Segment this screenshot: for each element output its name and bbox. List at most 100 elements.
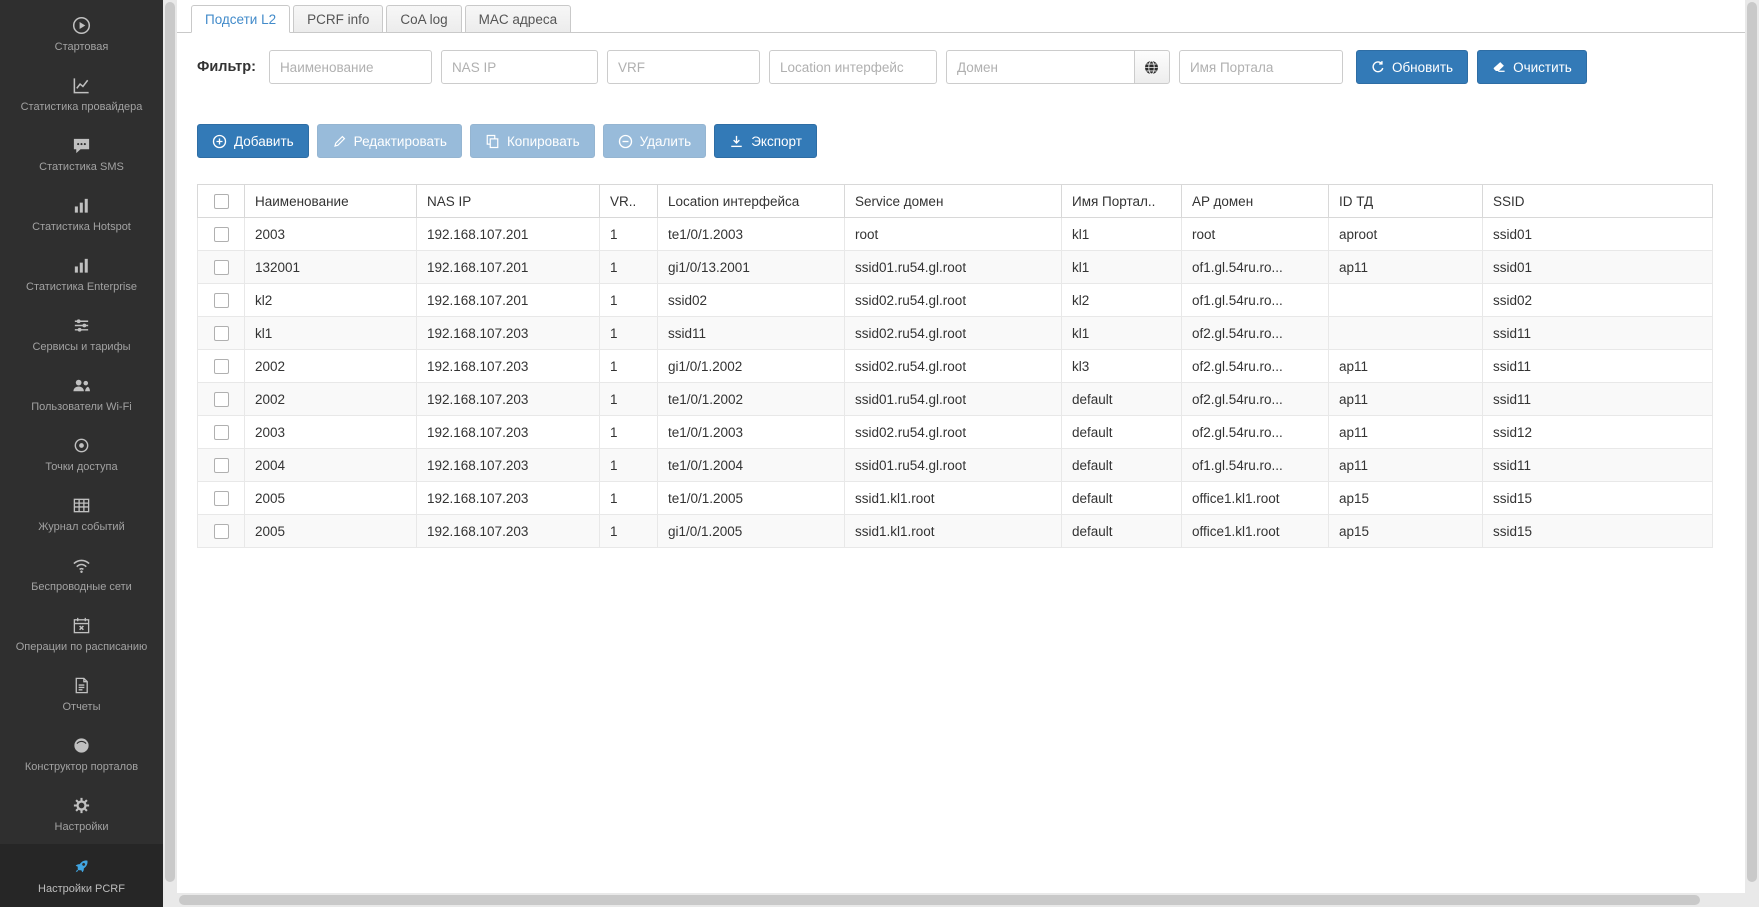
tab-coa-log[interactable]: CoA log — [386, 5, 461, 33]
tab-podseti-l2[interactable]: Подсети L2 — [191, 5, 290, 33]
table-row-2[interactable]: kl2192.168.107.2011ssid02ssid02.ru54.gl.… — [198, 284, 1713, 317]
cell-1-7: ap11 — [1329, 251, 1483, 284]
row-checkbox[interactable] — [214, 260, 229, 275]
table-row-5[interactable]: 2002192.168.107.2031te1/0/1.2002ssid01.r… — [198, 383, 1713, 416]
cell-3-6: of2.gl.54ru.ro... — [1182, 317, 1329, 350]
edit-button[interactable]: Редактировать — [317, 124, 462, 158]
refresh-button[interactable]: Обновить — [1356, 50, 1468, 84]
col-ap-domain[interactable]: AP домен — [1182, 185, 1329, 218]
cell-9-7: ap15 — [1329, 515, 1483, 548]
copy-button[interactable]: Копировать — [470, 124, 595, 158]
horizontal-scrollbar-thumb[interactable] — [179, 895, 1700, 905]
cell-4-2: 1 — [600, 350, 658, 383]
row-checkbox[interactable] — [214, 524, 229, 539]
cell-2-7 — [1329, 284, 1483, 317]
sidebar-item-9[interactable]: Беспроводные сети — [0, 544, 163, 604]
cell-2-4: ssid02.ru54.gl.root — [845, 284, 1062, 317]
sidebar-item-7[interactable]: Точки доступа — [0, 424, 163, 484]
row-checkbox[interactable] — [214, 425, 229, 440]
filter-name-input[interactable] — [269, 50, 432, 84]
filter-nas-ip-input[interactable] — [441, 50, 598, 84]
sidebar-item-11[interactable]: Отчеты — [0, 664, 163, 724]
col-location-interface[interactable]: Location интерфейса — [658, 185, 845, 218]
table-row-9[interactable]: 2005192.168.107.2031gi1/0/1.2005ssid1.kl… — [198, 515, 1713, 548]
sidebar-item-6[interactable]: Пользователи Wi-Fi — [0, 364, 163, 424]
page-scrollbar[interactable] — [1745, 0, 1759, 907]
add-button[interactable]: Добавить — [197, 124, 309, 158]
col-portal-name[interactable]: Имя Портал.. — [1062, 185, 1182, 218]
sidebar-item-4[interactable]: Статистика Enterprise — [0, 244, 163, 304]
filter-portal-name-input[interactable] — [1179, 50, 1343, 84]
sidebar-item-label: Операции по расписанию — [16, 641, 148, 653]
cell-1-2: 1 — [600, 251, 658, 284]
cell-1-5: kl1 — [1062, 251, 1182, 284]
filter-domain-input[interactable] — [946, 50, 1134, 84]
cell-7-0: 2004 — [245, 449, 417, 482]
sidebar-item-10[interactable]: Операции по расписанию — [0, 604, 163, 664]
col-service-domain[interactable]: Service домен — [845, 185, 1062, 218]
col-nas-ip[interactable]: NAS IP — [417, 185, 600, 218]
portal-icon — [72, 735, 91, 755]
cell-3-4: ssid02.ru54.gl.root — [845, 317, 1062, 350]
table-row-8[interactable]: 2005192.168.107.2031te1/0/1.2005ssid1.kl… — [198, 482, 1713, 515]
cell-9-2: 1 — [600, 515, 658, 548]
sidebar-item-1[interactable]: Статистика провайдера — [0, 64, 163, 124]
clear-button[interactable]: Очистить — [1477, 50, 1587, 84]
tab-pcrf-info[interactable]: PCRF info — [293, 5, 383, 33]
domain-globe-button[interactable] — [1134, 50, 1170, 84]
cell-2-3: ssid02 — [658, 284, 845, 317]
filter-vrf-input[interactable] — [607, 50, 760, 84]
cell-7-8: ssid11 — [1483, 449, 1713, 482]
cell-0-1: 192.168.107.201 — [417, 218, 600, 251]
table-row-4[interactable]: 2002192.168.107.2031gi1/0/1.2002ssid02.r… — [198, 350, 1713, 383]
sidebar-item-3[interactable]: Статистика Hotspot — [0, 184, 163, 244]
sidebar-item-label: Настройки — [55, 821, 109, 833]
horizontal-scrollbar[interactable] — [177, 893, 1745, 907]
globe-icon — [1143, 59, 1160, 76]
sidebar-scrollbar[interactable] — [163, 0, 177, 907]
row-checkbox[interactable] — [214, 359, 229, 374]
sidebar-item-14[interactable]: Настройки PCRF — [0, 844, 163, 907]
sidebar-item-label: Статистика провайдера — [21, 101, 143, 113]
sidebar-item-0[interactable]: Стартовая — [0, 4, 163, 64]
sidebar-item-8[interactable]: Журнал событий — [0, 484, 163, 544]
col-name[interactable]: Наименование — [245, 185, 417, 218]
select-all-checkbox[interactable] — [214, 194, 229, 209]
row-checkbox[interactable] — [214, 491, 229, 506]
table-row-3[interactable]: kl1192.168.107.2031ssid11ssid02.ru54.gl.… — [198, 317, 1713, 350]
page-scrollbar-thumb[interactable] — [1747, 2, 1757, 882]
col-ssid[interactable]: SSID — [1483, 185, 1713, 218]
row-checkbox[interactable] — [214, 326, 229, 341]
row-checkbox[interactable] — [214, 458, 229, 473]
delete-button[interactable]: Удалить — [603, 124, 707, 158]
sidebar-scrollbar-thumb[interactable] — [165, 2, 175, 882]
copy-icon — [485, 134, 500, 149]
sidebar-item-label: Стартовая — [55, 41, 109, 53]
subnets-table: Наименование NAS IP VR.. Location интерф… — [197, 184, 1713, 548]
export-button[interactable]: Экспорт — [714, 124, 817, 158]
table-row-0[interactable]: 2003192.168.107.2011te1/0/1.2003rootkl1r… — [198, 218, 1713, 251]
report-icon — [72, 675, 91, 695]
table-row-1[interactable]: 132001192.168.107.2011gi1/0/13.2001ssid0… — [198, 251, 1713, 284]
table-row-6[interactable]: 2003192.168.107.2031te1/0/1.2003ssid02.r… — [198, 416, 1713, 449]
col-vrf[interactable]: VR.. — [600, 185, 658, 218]
sidebar-item-12[interactable]: Конструктор порталов — [0, 724, 163, 784]
row-checkbox-cell — [198, 515, 245, 548]
table-row-7[interactable]: 2004192.168.107.2031te1/0/1.2004ssid01.r… — [198, 449, 1713, 482]
tab-mac-addresses[interactable]: MAC адреса — [465, 5, 571, 33]
row-checkbox[interactable] — [214, 392, 229, 407]
cell-1-6: of1.gl.54ru.ro... — [1182, 251, 1329, 284]
filter-bar: Фильтр: Обновить — [177, 33, 1745, 84]
row-checkbox[interactable] — [214, 227, 229, 242]
sidebar-item-2[interactable]: Статистика SMS — [0, 124, 163, 184]
select-all-header — [198, 185, 245, 218]
sidebar-item-13[interactable]: Настройки — [0, 784, 163, 844]
row-checkbox[interactable] — [214, 293, 229, 308]
cell-6-4: ssid02.ru54.gl.root — [845, 416, 1062, 449]
cell-4-5: kl3 — [1062, 350, 1182, 383]
col-ap-id[interactable]: ID ТД — [1329, 185, 1483, 218]
row-checkbox-cell — [198, 284, 245, 317]
cell-9-3: gi1/0/1.2005 — [658, 515, 845, 548]
filter-location-input[interactable] — [769, 50, 937, 84]
sidebar-item-5[interactable]: Сервисы и тарифы — [0, 304, 163, 364]
